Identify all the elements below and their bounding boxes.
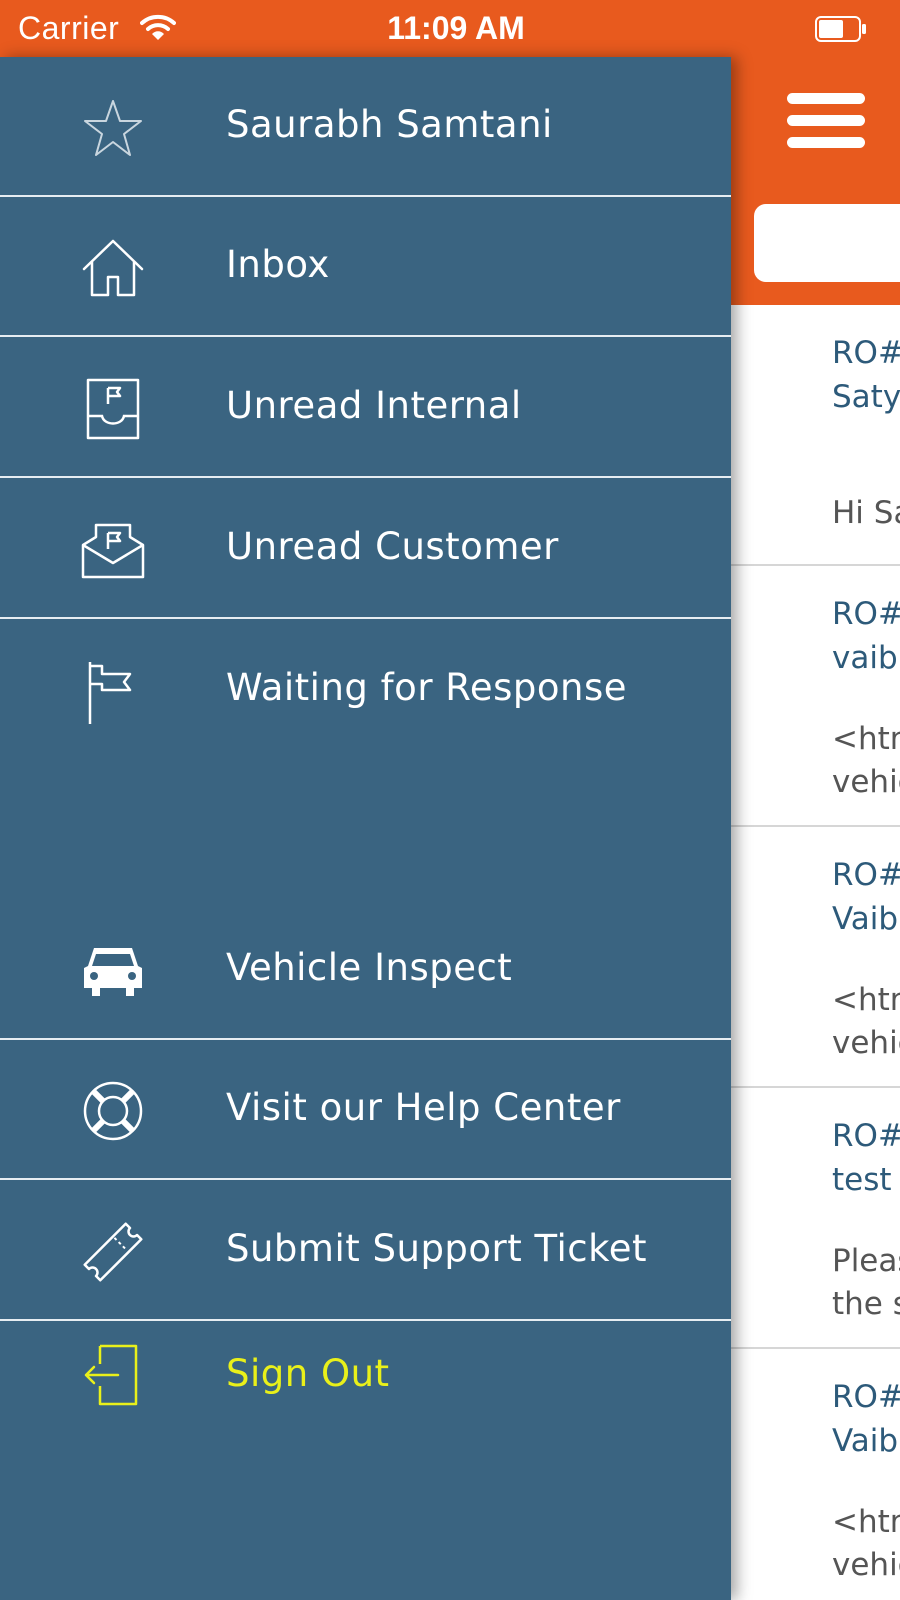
- menu-item-label: Unread Customer: [226, 525, 559, 568]
- message-ro: RO#: [832, 1379, 900, 1415]
- message-sender: Vaib: [832, 1423, 899, 1459]
- menu-item-label: Saurabh Samtani: [226, 103, 553, 146]
- ticket-icon: [83, 1222, 143, 1282]
- menu-item-help-center[interactable]: Visit our Help Center: [0, 1040, 731, 1180]
- inbox-tray-flag-icon: [86, 378, 140, 440]
- menu-item-unread-customer[interactable]: Unread Customer: [0, 479, 731, 619]
- sign-out-icon: [84, 1344, 138, 1406]
- message-preview-line2: vehic: [832, 764, 900, 800]
- message-ro: RO#: [832, 857, 900, 893]
- search-input[interactable]: [754, 204, 900, 282]
- envelope-flag-icon: [81, 523, 145, 579]
- car-icon: [84, 948, 142, 996]
- menu-item-label: Inbox: [226, 243, 330, 286]
- home-icon: [82, 239, 144, 297]
- side-drawer: Saurabh Samtani Inbox Unread Internal Un…: [0, 57, 731, 1600]
- message-sender: vaibl: [832, 640, 900, 676]
- list-item[interactable]: RO# Saty Hi Sa: [731, 305, 900, 566]
- message-ro: RO#: [832, 335, 900, 371]
- menu-item-label: Vehicle Inspect: [226, 946, 513, 989]
- message-sender: Saty: [832, 379, 900, 415]
- message-ro: RO#: [832, 596, 900, 632]
- message-preview: Pleas: [832, 1243, 900, 1279]
- clock: 11:09 AM: [387, 10, 525, 46]
- message-preview-line2: vehic: [832, 1547, 900, 1583]
- menu-item-vehicle-inspect[interactable]: Vehicle Inspect: [0, 900, 731, 1040]
- message-preview: Hi Sa: [832, 495, 900, 531]
- menu-item-label: Unread Internal: [226, 384, 522, 427]
- flag-icon: [88, 662, 132, 724]
- star-icon: [84, 100, 142, 156]
- message-sender: Vaib: [832, 901, 899, 937]
- message-preview: <htm: [832, 1504, 900, 1540]
- menu-item-label: Sign Out: [226, 1352, 390, 1395]
- battery-icon: [815, 16, 866, 42]
- message-list: RO# Saty Hi Sa RO# vaibl <htm vehic RO# …: [731, 305, 900, 1600]
- message-preview: <htm: [832, 721, 900, 757]
- list-item[interactable]: RO# Vaib <htm vehic: [731, 1349, 900, 1600]
- menu-item-unread-internal[interactable]: Unread Internal: [0, 338, 731, 478]
- menu-item-label: Submit Support Ticket: [226, 1227, 648, 1270]
- inbox-panel[interactable]: RO# Saty Hi Sa RO# vaibl <htm vehic RO# …: [731, 57, 900, 1600]
- list-item[interactable]: RO# vaibl <htm vehic: [731, 566, 900, 827]
- menu-item-profile[interactable]: Saurabh Samtani: [0, 57, 731, 197]
- message-preview-line2: the s: [832, 1286, 900, 1322]
- list-item[interactable]: RO# test Pleas the s: [731, 1088, 900, 1349]
- menu-item-sign-out[interactable]: Sign Out: [0, 1322, 731, 1462]
- message-preview: <htm: [832, 982, 900, 1018]
- inbox-header: [731, 57, 900, 305]
- lifebuoy-icon: [83, 1081, 143, 1141]
- list-item[interactable]: RO# Vaib <htm vehic: [731, 827, 900, 1088]
- message-ro: RO#: [832, 1118, 900, 1154]
- menu-item-inbox[interactable]: Inbox: [0, 197, 731, 337]
- message-preview-line2: vehic: [832, 1025, 900, 1061]
- menu-item-label: Visit our Help Center: [226, 1086, 621, 1129]
- menu-item-label: Waiting for Response: [226, 666, 627, 709]
- menu-item-support-ticket[interactable]: Submit Support Ticket: [0, 1181, 731, 1321]
- message-sender: test: [832, 1162, 892, 1198]
- menu-item-waiting-for-response[interactable]: Waiting for Response: [0, 620, 731, 760]
- status-bar: Carrier 11:09 AM: [0, 0, 900, 57]
- hamburger-menu-icon[interactable]: [787, 93, 865, 149]
